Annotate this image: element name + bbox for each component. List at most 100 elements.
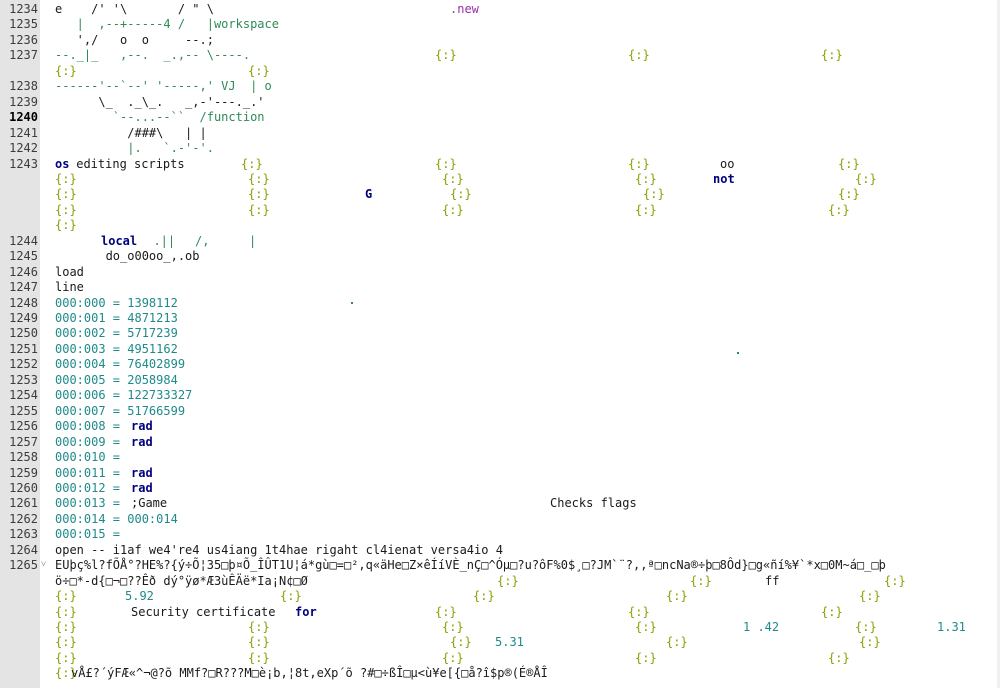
line-number[interactable]: 1252 [0,357,38,372]
code-token: {:} [55,63,77,78]
code-token: {:} [828,650,850,665]
code-token: 1 .42 [743,620,780,634]
code-line[interactable]: {:} {:} G {:} {:} {:} [55,187,996,203]
code-line[interactable]: {:} {:} [55,64,996,80]
code-line[interactable]: |. `.-'-'. [55,141,996,157]
code-line[interactable]: `--...--`` /function [55,110,996,126]
line-number[interactable]: 1235 [0,17,38,32]
code-token: do_o00oo_,.ob [55,249,200,264]
code-token: ö÷□*-d{□¬□??Êð dý°ÿø*Æ3ùÊÄë*Ia¡N¢□Ø [55,573,308,588]
code-token: vÅ£?´ýFÆ«^¬@?õ MMf?□R???M□è¡b,¦8t,eXp´õ … [71,666,548,681]
line-number[interactable]: 1257 [0,435,38,450]
line-number[interactable]: 1238 [0,79,38,94]
line-number[interactable]: 1249 [0,311,38,326]
code-token: --._|_ ,--. _.,-- \----. [55,48,251,63]
fold-toggle-icon[interactable]: ˅ [41,558,51,573]
line-number[interactable]: 1262 [0,512,38,527]
line-number[interactable]: 1253 [0,373,38,388]
code-line[interactable]: {:} vÅ£?´ýFÆ«^¬@?õ MMf?□R???M□è¡b,¦8t,eXp… [55,666,996,682]
code-token: {:} [855,620,877,634]
line-number[interactable]: 1239 [0,95,38,110]
line-number[interactable]: 1264 [0,543,38,558]
code-line[interactable]: 000:015 = [55,527,996,543]
line-number[interactable]: 1240 [0,110,38,125]
editor-lines[interactable]: 1234 e /' '\ / " \ .new 1235 | ,--+-----4 /… [0,0,1000,688]
code-line[interactable]: \_ ._\_. _,-'---._.' [55,95,996,111]
code-token: Checks flags [550,496,637,511]
code-line[interactable]: {:} {:} {:} {:} 1 .42 {:} 1.31 [55,620,996,636]
code-line[interactable]: {:} {:} {:} {:} {:} [55,651,996,667]
line-number[interactable]: 1247 [0,280,38,295]
code-line[interactable]: {:} [55,218,996,234]
code-token: {:} [55,202,77,217]
code-token: 000:014 = 000:014 [55,511,178,526]
code-line[interactable]: 000:011 = rad [55,466,996,482]
code-line[interactable]: /###\ | | [55,126,996,142]
code-line[interactable]: {:} {:} {:} {:} {:} [55,203,996,219]
code-token: oo [720,156,735,171]
code-line[interactable]: ------'--`--' '-----,' VJ | o [55,79,996,95]
code-line[interactable]: 000:006 = 122733327 [55,388,996,404]
code-line[interactable]: ',/ o o --.; [55,33,996,49]
line-number[interactable]: 1251 [0,342,38,357]
code-line[interactable]: {:} Security certificate for {:} {:} {:} [55,605,996,621]
code-line[interactable]: --._|_ ,--. _.,-- \----. {:} {:} {:} [55,48,996,64]
code-line[interactable]: load [55,265,996,281]
code-token: Security certificate [131,604,283,619]
line-number[interactable]: 1248 [0,296,38,311]
line-number[interactable]: 1260 [0,481,38,496]
line-number[interactable]: 1243 [0,157,38,172]
code-line[interactable]: os editing scripts {:} {:} {:} oo {:} [55,157,996,173]
code-line[interactable]: 000:005 = 2058984 [55,373,996,389]
line-number[interactable]: 1255 [0,404,38,419]
line-number[interactable]: 1246 [0,265,38,280]
code-line[interactable]: {:} {:} {:} {:} not {:} [55,172,996,188]
line-number[interactable]: 1261 [0,496,38,511]
line-number[interactable]: 1265 [0,558,38,573]
code-line[interactable]: local .|| /, | [55,234,996,250]
code-token: `--...--`` /function [55,110,265,125]
code-line[interactable]: 000:010 = [55,450,996,466]
code-line[interactable]: 000:008 = rad [55,419,996,435]
code-line[interactable]: ö÷□*-d{□¬□??Êð dý°ÿø*Æ3ùÊÄë*Ia¡N¢□Ø {:} {:… [55,574,996,590]
code-editor[interactable]: 1234 e /' '\ / " \ .new 1235 | ,--+-----4 /… [0,0,1000,688]
code-line[interactable]: 000:012 = rad [55,481,996,497]
code-line[interactable]: | ,--+-----4 / |workspace [55,17,996,33]
code-line[interactable]: do_o00oo_,.ob [55,249,996,265]
line-number[interactable]: 1258 [0,450,38,465]
line-number[interactable]: 1259 [0,466,38,481]
code-token: 5.92 [125,589,154,604]
code-token: 000:003 = 4951162 [55,341,178,356]
line-number[interactable]: 1242 [0,141,38,156]
line-number[interactable]: 1244 [0,234,38,249]
code-line[interactable]: 000:003 = 4951162 [55,342,996,358]
code-token: not [713,171,735,186]
code-line[interactable]: {:} 5.92 {:} {:} {:} {:} [55,589,996,605]
code-line[interactable]: 000:002 = 5717239 [55,326,996,342]
line-number[interactable]: 1256 [0,419,38,434]
line-number[interactable]: 1237 [0,48,38,63]
code-line[interactable]: 000:004 = 76402899 [55,357,996,373]
line-number[interactable]: 1263 [0,527,38,542]
code-line[interactable]: 000:001 = 4871213 [55,311,996,327]
code-line[interactable]: EUþç%l?fÕÅ°?HE%?{ý÷Õ¦35□þ¤Õ_ÎÛT1U¦á*gù□=… [55,558,996,574]
code-line[interactable]: 000:009 = rad [55,435,996,451]
code-line[interactable]: 000:014 = 000:014 [55,512,996,528]
code-line[interactable]: e /' '\ / " \ .new [55,2,996,18]
code-line[interactable]: 000:000 = 1398112 [55,296,996,312]
code-token: rad [131,480,153,495]
code-token: .|| [139,233,183,248]
code-line[interactable]: 000:007 = 51766599 [55,404,996,420]
line-number[interactable]: 1250 [0,326,38,341]
line-number[interactable]: 1236 [0,33,38,48]
code-line[interactable]: line [55,280,996,296]
line-number[interactable]: 1254 [0,388,38,403]
code-line[interactable]: open -- i1af we4're4 us4iang 1t4hae riga… [55,543,996,559]
line-number[interactable]: 1245 [0,249,38,264]
code-token: {:} [248,650,270,665]
code-token: ;Game [131,496,168,511]
code-line[interactable]: 000:013 = ;Game Checks flags [55,496,996,512]
code-line[interactable]: {:} {:} {:} 5.31 {:} {:} [55,635,996,651]
line-number[interactable]: 1241 [0,126,38,141]
line-number[interactable]: 1234 [0,2,38,17]
